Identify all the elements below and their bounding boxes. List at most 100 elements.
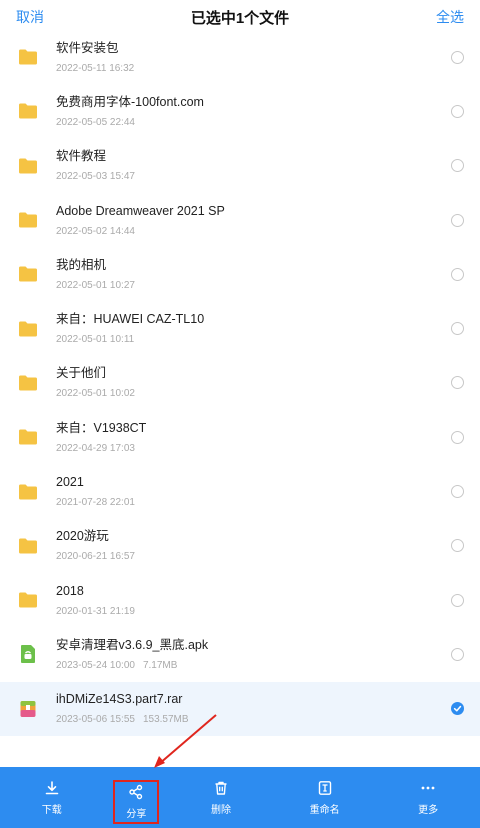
file-row[interactable]: 2021 2021-07-28 22:01 [0, 464, 480, 518]
file-date: 2021-07-28 22:01 [56, 497, 135, 509]
file-details: 2022-05-01 10:11 [56, 334, 480, 346]
file-icon-wrap [18, 101, 38, 121]
file-details: 2023-05-24 10:00 7.17MB [56, 660, 480, 672]
more-icon [421, 786, 435, 789]
download-icon [45, 780, 59, 794]
file-icon-wrap [18, 373, 38, 393]
file-date: 2023-05-24 10:00 [56, 659, 135, 671]
delete-label: 删除 [210, 804, 231, 816]
file-name: 2018 [56, 583, 84, 598]
file-date: 2022-04-29 17:03 [56, 442, 135, 454]
file-meta: 关于他们 2022-05-01 10:02 [56, 365, 480, 400]
more-button[interactable]: 更多 [388, 772, 468, 824]
trash-icon [215, 781, 227, 795]
file-meta: 免费商用字体-100font.com 2022-05-05 22:44 [56, 94, 480, 129]
file-icon-wrap [18, 644, 38, 664]
file-date: 2023-05-06 15:55 [56, 714, 135, 726]
file-meta: 安卓清理君v3.6.9_黑底.apk 2023-05-24 10:00 7.17MB [56, 637, 480, 672]
file-size: 7.17MB [142, 659, 178, 671]
folder-icon [19, 321, 37, 337]
file-meta: ihDMiZe14S3.part7.rar 2023-05-06 15:55 153… [56, 691, 480, 726]
select-radio[interactable] [451, 267, 464, 281]
file-row[interactable]: 免费商用字体-100font.com 2022-05-05 22:44 [0, 84, 480, 138]
file-details: 2022-05-05 22:44 [56, 117, 480, 129]
folder-icon [19, 212, 37, 228]
file-row[interactable]: 安卓清理君v3.6.9_黑底.apk 2023-05-24 10:00 7.17MB [0, 627, 480, 681]
file-icon-wrap [18, 590, 38, 610]
file-meta: 软件教程 2022-05-03 15:47 [56, 148, 480, 183]
select-radio[interactable] [451, 593, 464, 607]
download-button[interactable]: 下载 [12, 772, 92, 824]
file-date: 2022-05-01 10:27 [56, 279, 135, 291]
file-name: 来自：HUAWEI CAZ-TL10 [56, 312, 205, 327]
file-icon-wrap [18, 264, 38, 284]
file-icon-wrap [18, 47, 38, 67]
file-list: 软件安装包 2022-05-11 16:32 免费商用字体-100font.com 2… [0, 30, 480, 736]
file-meta: Adobe Dreamweaver 2021 SP 2022-05-02 14:4… [56, 203, 480, 238]
file-details: 2020-06-21 16:57 [56, 551, 480, 563]
file-row[interactable]: 来自：HUAWEI CAZ-TL10 2022-05-01 10:11 [0, 301, 480, 355]
select-radio[interactable] [451, 485, 464, 499]
cancel-button[interactable]: 取消 [16, 7, 44, 27]
file-row[interactable]: 2018 2020-01-31 21:19 [0, 573, 480, 627]
header-bar: 取消 已选中1个文件 全选 [0, 0, 480, 34]
folder-icon [19, 158, 37, 174]
file-date: 2022-05-01 10:11 [56, 334, 135, 346]
file-row[interactable]: 关于他们 2022-05-01 10:02 [0, 356, 480, 410]
file-row[interactable]: 我的相机 2022-05-01 10:27 [0, 247, 480, 301]
share-icon [129, 784, 143, 799]
file-name: 安卓清理君v3.6.9_黑底.apk [56, 637, 209, 652]
file-details: 2022-05-02 14:44 [56, 226, 480, 238]
delete-button[interactable]: 删除 [181, 772, 261, 824]
file-details: 2023-05-06 15:55 153.57MB [56, 714, 480, 726]
file-row[interactable]: 软件教程 2022-05-03 15:47 [0, 139, 480, 193]
rename-label: 重命名 [309, 804, 340, 816]
select-radio[interactable] [451, 50, 464, 64]
folder-icon [19, 429, 37, 445]
file-name: 免费商用字体-100font.com [56, 94, 204, 109]
file-icon-wrap [18, 482, 38, 502]
select-radio[interactable] [451, 647, 464, 661]
file-meta: 2020游玩 2020-06-21 16:57 [56, 528, 480, 563]
folder-icon [19, 103, 37, 119]
page-title: 已选中1个文件 [190, 9, 290, 27]
file-name: 来自：V1938CT [56, 420, 147, 435]
folder-icon [19, 484, 37, 500]
folder-icon [19, 266, 37, 282]
file-name: 2021 [56, 475, 84, 490]
file-details: 2022-05-01 10:02 [56, 388, 480, 400]
file-row[interactable]: ihDMiZe14S3.part7.rar 2023-05-06 15:55 153… [0, 681, 480, 736]
file-row[interactable]: 来自：V1938CT 2022-04-29 17:03 [0, 410, 480, 464]
file-date: 2022-05-11 16:32 [56, 62, 135, 74]
file-icon-wrap [18, 427, 38, 447]
file-details: 2022-05-03 15:47 [56, 171, 480, 183]
file-date: 2022-05-03 15:47 [56, 171, 135, 183]
file-icon-wrap [18, 699, 38, 719]
folder-icon [19, 375, 37, 391]
file-name: 软件教程 [56, 149, 107, 164]
file-details: 2022-05-01 10:27 [56, 280, 480, 292]
more-label: 更多 [418, 804, 439, 816]
folder-icon [19, 49, 37, 65]
select-radio[interactable] [451, 104, 464, 118]
file-icon-wrap [18, 319, 38, 339]
file-name: Adobe Dreamweaver 2021 SP [56, 203, 225, 218]
select-radio[interactable] [451, 213, 464, 227]
file-name: 我的相机 [56, 257, 107, 272]
select-radio[interactable] [451, 430, 464, 444]
file-row[interactable]: 软件安装包 2022-05-11 16:32 [0, 30, 480, 84]
file-date: 2020-01-31 21:19 [56, 605, 135, 617]
file-details: 2022-05-11 16:32 [56, 63, 480, 75]
file-icon-wrap [18, 536, 38, 556]
select-all-button[interactable]: 全选 [436, 7, 464, 27]
file-meta: 来自：V1938CT 2022-04-29 17:03 [56, 420, 480, 455]
folder-icon [19, 592, 37, 608]
file-row[interactable]: Adobe Dreamweaver 2021 SP 2022-05-02 14:4… [0, 193, 480, 247]
download-label: 下载 [41, 804, 62, 816]
rename-button[interactable]: 重命名 [285, 772, 365, 824]
check-icon [453, 705, 462, 712]
file-name: 软件安装包 [56, 40, 119, 55]
file-meta: 2021 2021-07-28 22:01 [56, 474, 480, 509]
file-row[interactable]: 2020游玩 2020-06-21 16:57 [0, 519, 480, 573]
share-button[interactable]: 分享 [113, 779, 160, 824]
